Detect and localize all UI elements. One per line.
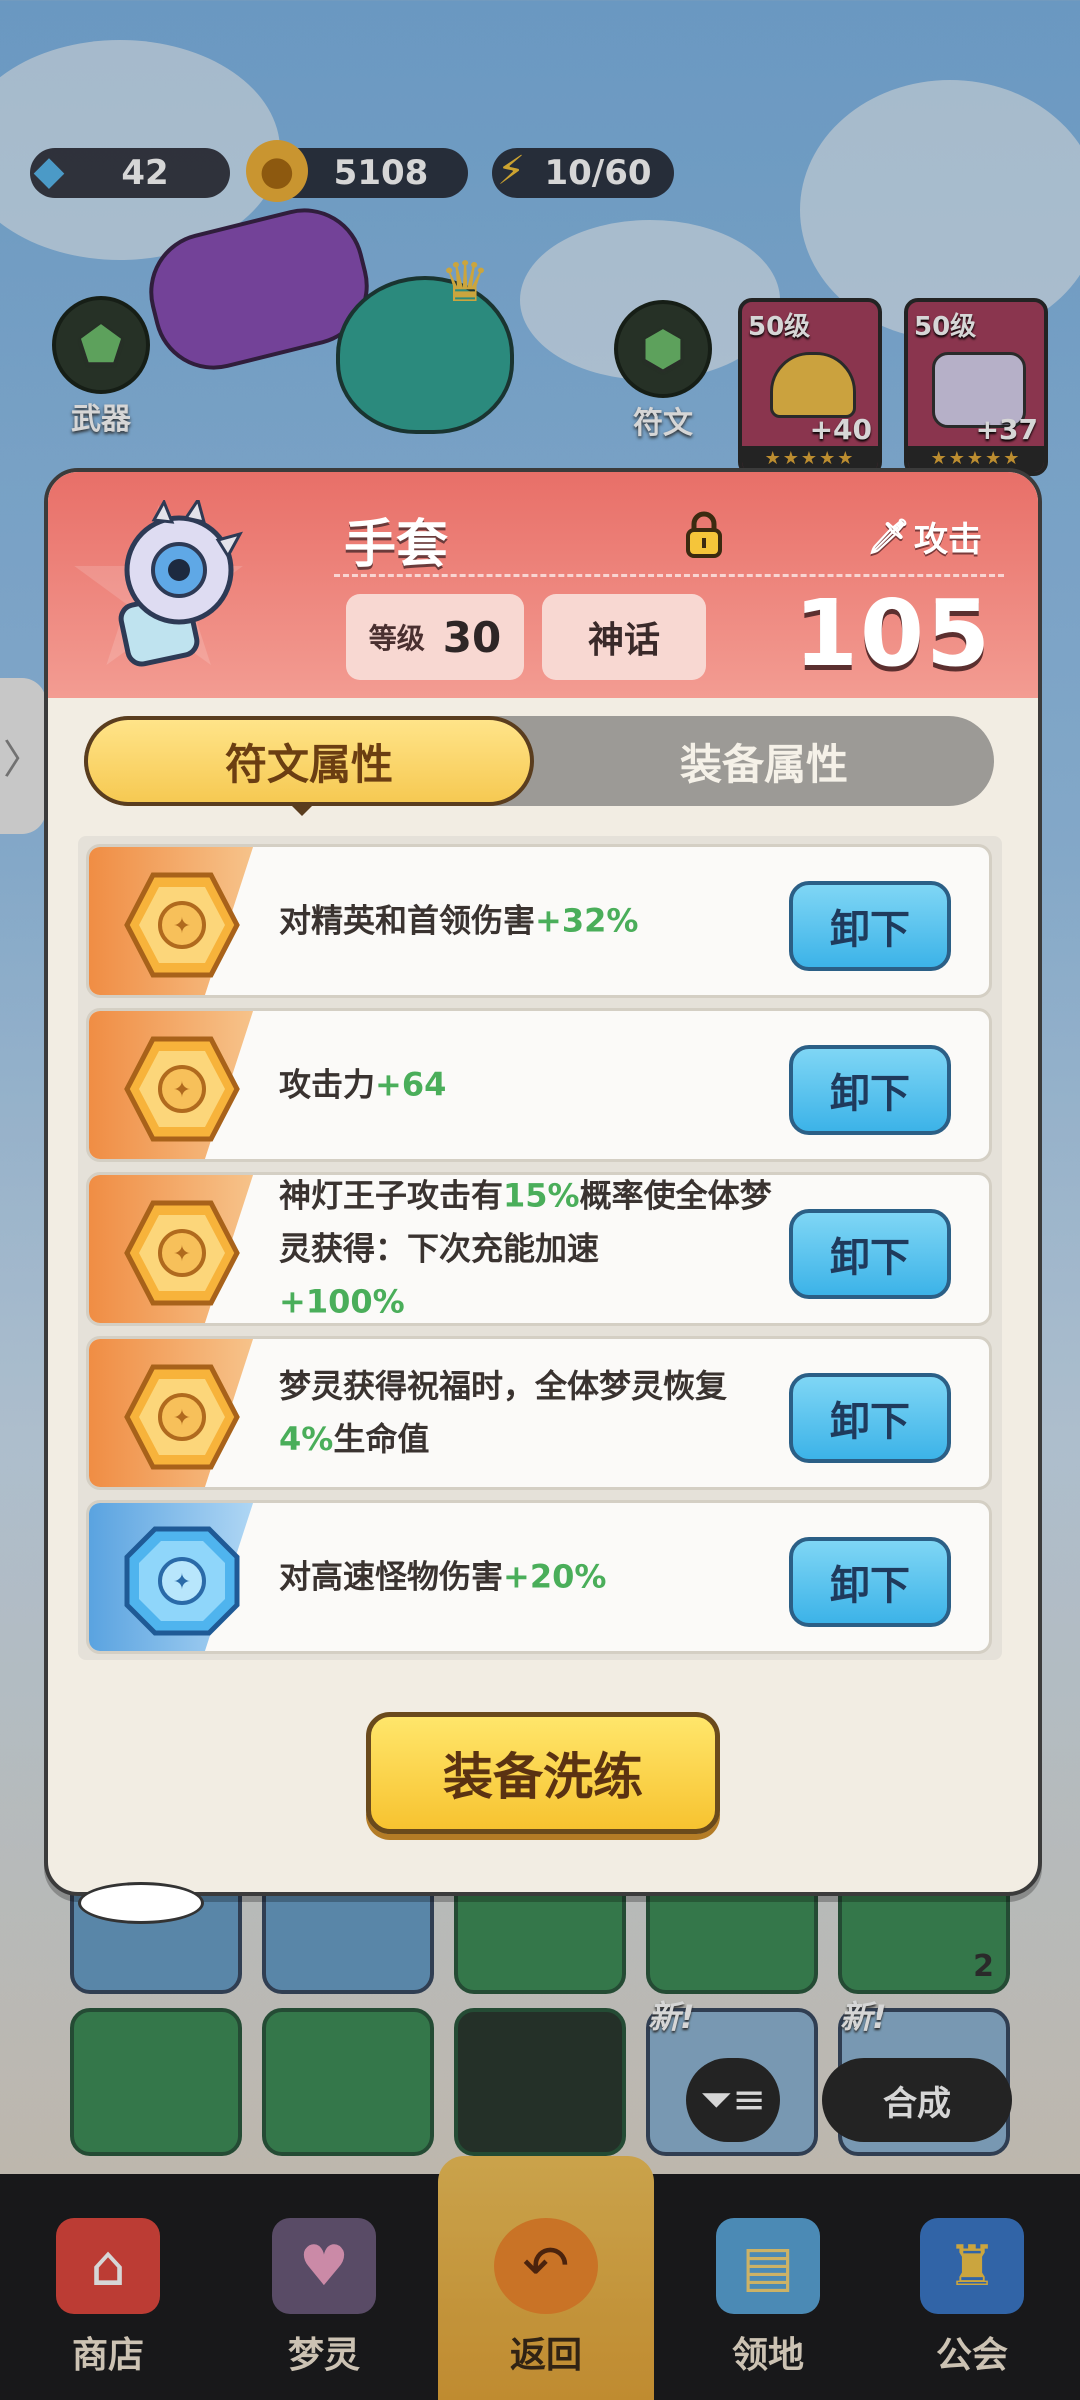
unequip-button[interactable]: 卸下 — [789, 881, 951, 971]
gold-glove-rune-icon: ✦ — [124, 872, 240, 978]
rune-text: 对高速怪物伤害 — [279, 1557, 504, 1596]
refine-equipment-button[interactable]: 装备洗练 — [366, 1712, 720, 1834]
rune-row: ✦ 神灯王子攻击有15%概率使全体梦灵获得：下次充能加速 +100% 卸下 — [86, 1172, 992, 1326]
rune-description: 神灯王子攻击有15%概率使全体梦灵获得：下次充能加速 +100% — [279, 1175, 779, 1323]
gear-header: ★ 手套 🗡 攻击 等级 30 神话 105 — [48, 472, 1038, 698]
rune-description: 对精英和首领伤害+32% — [279, 894, 779, 947]
level-box: 等级 30 — [346, 594, 524, 680]
level-value: 30 — [442, 612, 502, 662]
rune-text: 生命值 — [333, 1420, 430, 1458]
rune-bonus: +32% — [535, 901, 639, 940]
svg-text:✦: ✦ — [173, 1242, 191, 1267]
rune-description: 攻击力+64 — [279, 1058, 779, 1111]
slot-type-label: 攻击 — [914, 520, 982, 560]
tab-rune-attributes[interactable]: 符文属性 — [84, 716, 534, 806]
rune-row: ✦ 梦灵获得祝福时，全体梦灵恢复 4%生命值 卸下 — [86, 1336, 992, 1490]
tab-pointer — [288, 802, 316, 816]
rune-bonus: +100% — [279, 1282, 405, 1321]
rune-description: 对高速怪物伤害+20% — [279, 1550, 779, 1603]
rune-bonus: +64 — [375, 1065, 447, 1104]
rune-list: ✦ 对精英和首领伤害+32% 卸下 ✦ 攻击力+64 卸下 ✦ 神灯王子攻击有1… — [78, 836, 1002, 1660]
rune-description: 梦灵获得祝福时，全体梦灵恢复 4%生命值 — [279, 1360, 779, 1466]
sword-icon: 🗡 — [866, 516, 910, 557]
rune-text: 神灯王子攻击有 — [279, 1176, 504, 1215]
gold-glove-rune-icon: ✦ — [124, 1364, 240, 1470]
unequip-button[interactable]: 卸下 — [789, 1045, 951, 1135]
rune-row: ✦ 对精英和首领伤害+32% 卸下 — [86, 844, 992, 998]
header-divider — [334, 574, 1004, 577]
rune-text: 梦灵获得祝福时，全体梦灵恢复 — [279, 1366, 728, 1405]
level-label: 等级 — [368, 622, 425, 655]
gold-glove-rune-icon: ✦ — [124, 1036, 240, 1142]
power-value: 105 — [793, 580, 992, 687]
tab-equipment-attributes[interactable]: 装备属性 — [534, 716, 994, 806]
rune-bonus: +20% — [503, 1557, 607, 1596]
rune-row: ✦ 对高速怪物伤害+20% 卸下 — [86, 1500, 992, 1654]
unequip-button[interactable]: 卸下 — [789, 1373, 951, 1463]
rune-bonus: 4% — [279, 1420, 334, 1458]
unequip-button[interactable]: 卸下 — [789, 1209, 951, 1299]
rune-text: 对精英和首领伤害 — [279, 901, 536, 940]
rune-row: ✦ 攻击力+64 卸下 — [86, 1008, 992, 1162]
gear-name: 手套 — [344, 515, 449, 575]
gear-detail-modal: ★ 手套 🗡 攻击 等级 30 神话 105 装备属性 符文属性 — [44, 468, 1042, 1896]
rune-bonus: 15% — [503, 1176, 580, 1215]
glove-icon — [118, 500, 244, 667]
rune-text: 攻击力 — [279, 1065, 376, 1104]
svg-text:✦: ✦ — [173, 914, 191, 939]
speech-bubble-decoration — [78, 1882, 204, 1924]
unequip-button[interactable]: 卸下 — [789, 1537, 951, 1627]
svg-text:✦: ✦ — [173, 1078, 191, 1103]
slot-type: 🗡 攻击 — [867, 512, 982, 561]
svg-text:✦: ✦ — [173, 1570, 191, 1595]
blue-glove-rune-icon: ✦ — [124, 1526, 240, 1636]
svg-text:✦: ✦ — [173, 1406, 191, 1431]
gold-glove-rune-icon: ✦ — [124, 1200, 240, 1306]
lock-icon[interactable] — [684, 510, 724, 558]
attribute-tabs: 装备属性 符文属性 — [84, 716, 994, 806]
rarity-badge: 神话 — [542, 594, 706, 680]
